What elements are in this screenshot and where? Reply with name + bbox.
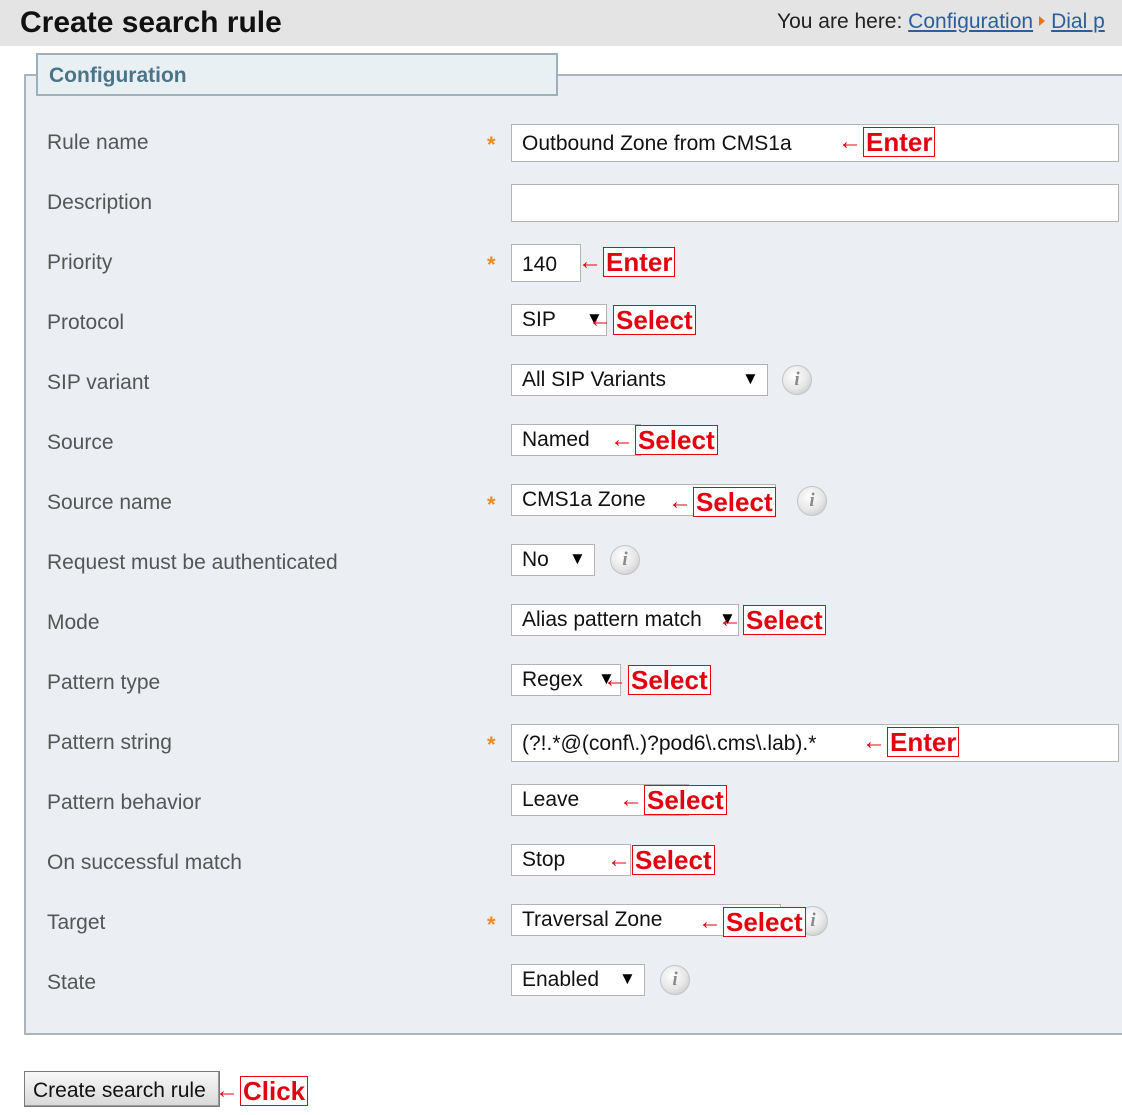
pattern-string-value: (?!.*@(conf\.)?pod6\.cms\.lab).* <box>522 732 817 755</box>
red-arrow-icon: ← <box>619 786 643 813</box>
info-icon[interactable]: i <box>610 545 640 575</box>
chevron-down-icon: ▼ <box>619 969 636 988</box>
enter-label: Enter <box>887 727 960 757</box>
source-value: Named <box>522 428 590 451</box>
select-label: Select <box>632 845 715 875</box>
required-marker: * <box>487 492 496 517</box>
pattern-behavior-label: Pattern behavior <box>47 791 202 814</box>
enter-annotation: ← Enter <box>838 127 936 159</box>
select-annotation: ← Select <box>607 845 715 877</box>
info-icon[interactable]: i <box>782 365 812 395</box>
pattern-behavior-value: Leave <box>522 788 580 811</box>
info-icon[interactable]: i <box>797 486 827 516</box>
auth-required-value: No <box>522 548 549 571</box>
red-arrow-icon: ← <box>718 606 742 633</box>
breadcrumb-link-configuration[interactable]: Configuration <box>908 10 1033 33</box>
section-legend: Configuration <box>36 53 558 96</box>
select-annotation: ← Select <box>619 785 727 817</box>
required-marker: * <box>487 132 496 157</box>
sip-variant-select[interactable]: All SIP Variants ▼ <box>511 364 768 396</box>
pattern-string-label: Pattern string <box>47 731 172 754</box>
auth-required-select[interactable]: No ▼ <box>511 544 595 576</box>
red-arrow-icon: ← <box>862 728 886 755</box>
click-label: Click <box>240 1076 309 1106</box>
red-arrow-icon: ← <box>668 488 692 515</box>
required-marker: * <box>487 252 496 277</box>
red-arrow-icon: ← <box>607 846 631 873</box>
pattern-type-label: Pattern type <box>47 671 161 694</box>
on-match-label: On successful match <box>47 851 242 874</box>
on-match-value: Stop <box>522 848 566 871</box>
target-value: Traversal Zone <box>522 908 663 931</box>
select-label: Select <box>693 487 776 517</box>
enter-label: Enter <box>603 247 676 277</box>
source-name-label: Source name <box>47 491 172 514</box>
breadcrumb-separator-icon <box>1039 16 1046 27</box>
rule-name-label: Rule name <box>47 131 149 154</box>
protocol-value: SIP <box>522 308 556 331</box>
enter-annotation: ← Enter <box>862 727 960 759</box>
click-annotation: ← Click <box>215 1076 309 1108</box>
select-annotation: ← Select <box>610 425 718 457</box>
create-search-rule-button[interactable]: Create search rule <box>24 1071 220 1107</box>
required-marker: * <box>487 732 496 757</box>
select-annotation: ← Select <box>718 605 826 637</box>
red-arrow-icon: ← <box>610 426 634 453</box>
description-label: Description <box>47 191 153 214</box>
priority-input[interactable]: 140 <box>511 244 581 282</box>
section-legend-text: Configuration <box>49 64 187 87</box>
select-label: Select <box>723 907 806 937</box>
required-marker: * <box>487 912 496 937</box>
chevron-down-icon: ▼ <box>742 369 759 388</box>
red-arrow-icon: ← <box>578 248 602 275</box>
state-value: Enabled <box>522 968 600 991</box>
breadcrumb-link-dial-plan[interactable]: Dial p <box>1051 10 1105 33</box>
state-label: State <box>47 971 97 994</box>
enter-annotation: ← Enter <box>578 247 676 279</box>
priority-value: 140 <box>522 253 558 276</box>
select-label: Select <box>628 665 711 695</box>
pattern-type-value: Regex <box>522 668 583 691</box>
red-arrow-icon: ← <box>838 128 862 155</box>
sip-variant-label: SIP variant <box>47 371 150 394</box>
chevron-down-icon: ▼ <box>569 549 586 568</box>
breadcrumb-prefix: You are here: <box>777 10 903 33</box>
priority-label: Priority <box>47 251 113 274</box>
mode-value: Alias pattern match <box>522 608 702 631</box>
red-arrow-icon: ← <box>215 1077 239 1104</box>
select-label: Select <box>635 425 718 455</box>
source-label: Source <box>47 431 114 454</box>
auth-required-label: Request must be authenticated <box>47 551 338 574</box>
pattern-string-input[interactable]: (?!.*@(conf\.)?pod6\.cms\.lab).* <box>511 724 1119 762</box>
description-input[interactable] <box>511 184 1119 222</box>
protocol-label: Protocol <box>47 311 125 334</box>
rule-name-value: Outbound Zone from CMS1a <box>522 132 792 155</box>
mode-select[interactable]: Alias pattern match ▼ <box>511 604 739 636</box>
red-arrow-icon: ← <box>588 306 612 333</box>
breadcrumb: You are here: Configuration Dial p <box>777 10 1105 34</box>
select-label: Select <box>743 605 826 635</box>
select-annotation: ← Select <box>668 487 776 519</box>
enter-label: Enter <box>863 127 936 157</box>
select-label: Select <box>613 305 696 335</box>
rule-name-input[interactable]: Outbound Zone from CMS1a <box>511 124 1119 162</box>
red-arrow-icon: ← <box>698 908 722 935</box>
info-icon[interactable]: i <box>660 965 690 995</box>
red-arrow-icon: ← <box>603 666 627 693</box>
state-select[interactable]: Enabled ▼ <box>511 964 645 996</box>
select-label: Select <box>644 785 727 815</box>
sip-variant-value: All SIP Variants <box>522 368 666 391</box>
select-annotation: ← Select <box>603 665 711 697</box>
page-header: Create search rule You are here: Configu… <box>0 0 1122 46</box>
page-title: Create search rule <box>20 6 282 39</box>
mode-label: Mode <box>47 611 100 634</box>
select-annotation: ← Select <box>698 907 806 939</box>
select-annotation: ← Select <box>588 305 696 337</box>
source-name-value: CMS1a Zone <box>522 488 646 511</box>
target-label: Target <box>47 911 106 934</box>
